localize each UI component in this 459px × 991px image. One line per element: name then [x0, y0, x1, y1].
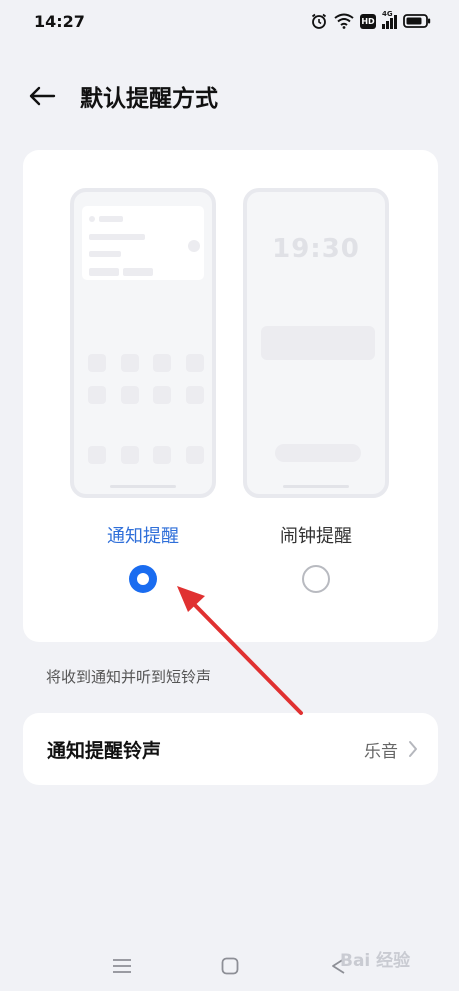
- alarm-mode-radio[interactable]: [302, 565, 330, 593]
- notification-ringtone-row[interactable]: 通知提醒铃声 乐音: [23, 713, 438, 785]
- alarm-clock-icon: [311, 13, 327, 29]
- page-title: 默认提醒方式: [80, 86, 218, 112]
- status-time: 14:27: [34, 11, 85, 31]
- hd-badge-icon: HD: [360, 13, 376, 29]
- mock-alarm-slider: [275, 444, 361, 462]
- back-arrow-icon: [29, 86, 56, 106]
- alarm-mode-preview[interactable]: 19:30: [243, 188, 389, 498]
- mock-home-indicator: [110, 485, 176, 488]
- home-nav-button[interactable]: [218, 954, 242, 978]
- alarm-mode-label[interactable]: 闹钟提醒: [243, 522, 389, 548]
- ringtone-title: 通知提醒铃声: [47, 739, 162, 762]
- back-button[interactable]: [22, 76, 62, 116]
- battery-icon: [403, 14, 431, 28]
- notification-mode-preview[interactable]: [70, 188, 216, 498]
- ringtone-value: 乐音: [364, 741, 398, 762]
- mode-description: 将收到通知并听到短铃声: [46, 668, 212, 686]
- header: 默认提醒方式: [0, 72, 459, 120]
- status-icons: HD 4G: [310, 10, 431, 30]
- home-square-icon: [221, 957, 239, 975]
- mock-home-indicator: [283, 485, 349, 488]
- notification-mode-radio[interactable]: [129, 565, 157, 593]
- mock-clock-time: 19:30: [272, 234, 360, 264]
- mock-app-grid: [88, 354, 204, 464]
- chevron-right-icon: [409, 741, 417, 757]
- menu-nav-button[interactable]: [110, 954, 134, 978]
- mock-notification-card: [82, 206, 204, 280]
- network-type-label: 4G: [382, 10, 393, 18]
- notification-mode-label[interactable]: 通知提醒: [70, 522, 216, 548]
- mock-alarm-card: [261, 326, 375, 360]
- watermark-logo: Bai 经验: [340, 951, 411, 971]
- wifi-icon: [334, 13, 354, 29]
- signal-icon: 4G: [382, 10, 397, 29]
- reminder-mode-card: 19:30 通知提醒 闹钟提醒: [23, 150, 438, 642]
- menu-icon: [113, 959, 131, 973]
- status-bar: 14:27 HD 4G: [0, 0, 459, 42]
